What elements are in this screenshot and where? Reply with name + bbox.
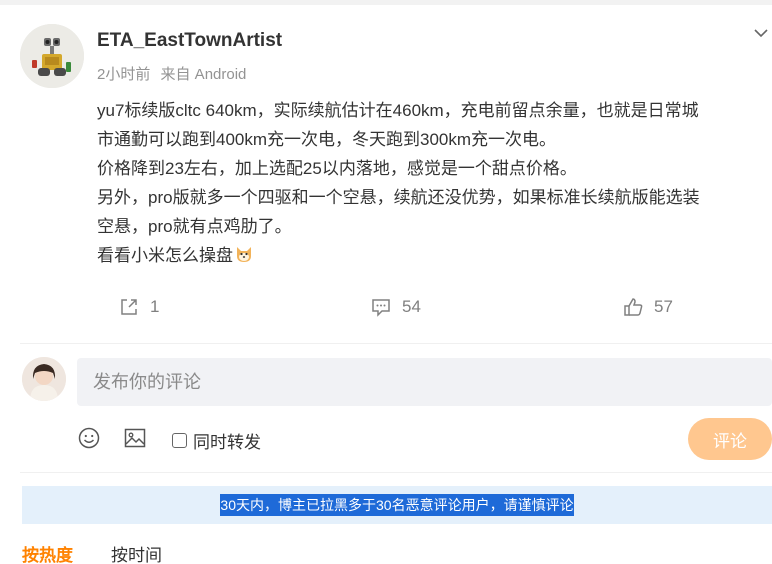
divider [20,343,772,344]
notice-text: 30天内，博主已拉黑多于30名恶意评论用户，请谨慎评论 [220,494,574,516]
post-meta: 2小时前 来自 Android [97,63,246,84]
user-avatar[interactable] [22,357,66,401]
post-source: 来自 Android [160,66,247,83]
author-name[interactable]: ETA_EastTownArtist [97,30,282,52]
divider [20,472,772,473]
like-button[interactable]: 57 [622,290,673,324]
repost-icon [121,299,137,315]
submit-comment-button[interactable]: 评论 [688,418,772,460]
emoji-icon[interactable] [77,426,101,450]
repost-label: 同时转发 [193,433,261,452]
checkbox-box[interactable] [172,433,187,448]
repost-checkbox[interactable]: 同时转发 [172,428,261,453]
post-time[interactable]: 2小时前 [97,66,150,83]
post-line: yu7标续版cltc 640km，实际续航估计在460km，充电前留点余量，也就… [97,101,699,120]
post-line: 另外，pro版就多一个四驱和一个空悬，续航还没优势，如果标准长续航版能选装 [97,188,700,207]
comment-input[interactable] [77,358,772,406]
post-line: 看看小米怎么操盘 [97,246,233,265]
chevron-down-icon[interactable] [752,26,770,40]
sort-by-hot-tab[interactable]: 按热度 [22,541,73,564]
top-separator [0,0,772,5]
repost-count: 1 [150,297,160,316]
post-actions: 1 54 57 [0,290,772,324]
notice-banner: 30天内，博主已拉黑多于30名恶意评论用户，请谨慎评论 [22,486,772,524]
sort-tabs: 按热度 按时间 [22,541,162,564]
comment-count: 54 [402,297,421,316]
image-icon[interactable] [123,426,147,450]
post-line-last: 看看小米怎么操盘 [97,241,772,270]
repost-button[interactable]: 1 [118,290,159,324]
sort-by-time-tab[interactable]: 按时间 [111,541,162,564]
post-line: 空悬，pro就有点鸡肋了。 [97,217,292,236]
comment-icon [372,299,390,317]
like-count: 57 [654,297,673,316]
thumbs-up-icon [624,298,643,316]
dog-emoji-icon [237,247,251,262]
post-body: yu7标续版cltc 640km，实际续航估计在460km，充电前留点余量，也就… [97,96,772,270]
post-line: 价格降到23左右，加上选配25以内落地，感觉是一个甜点价格。 [97,159,577,178]
comment-button[interactable]: 54 [370,290,421,324]
author-avatar[interactable] [20,24,84,88]
post-line: 市通勤可以跑到400km充一次电，冬天跑到300km充一次电。 [97,130,557,149]
